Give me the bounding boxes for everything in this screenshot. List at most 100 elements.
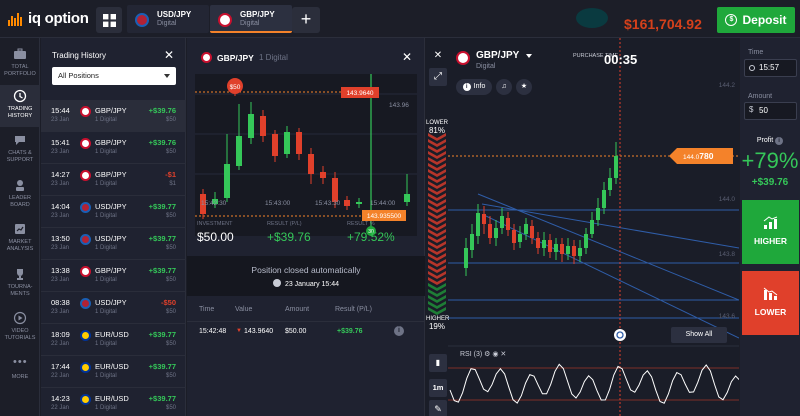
timer-handle-icon[interactable] (614, 329, 626, 341)
profit-percent: +79% (741, 148, 799, 173)
higher-button[interactable]: HIGHER (742, 200, 799, 264)
asset-tab-gbpjpy[interactable]: GBP/JPY Digital (210, 5, 292, 33)
col-value: Value (235, 306, 253, 313)
row-investment: $50 (165, 245, 176, 251)
currency-flag-icon (80, 202, 91, 213)
nav-market-analysis[interactable]: MARKET ANALYSIS (0, 219, 40, 259)
positions-filter-select[interactable]: All Positions (52, 67, 176, 85)
history-row[interactable]: 15:41 23 Jan GBP/JPY 1 Digital +$39.76 $50 (41, 132, 186, 164)
row-result: +$39.77 (148, 330, 176, 339)
candle-body (308, 154, 314, 174)
profit-amount: +$39.76 (751, 177, 789, 188)
top-bar: iq option USD/JPY Digital GBP/JPY Digita… (0, 0, 800, 38)
add-asset-button[interactable]: + (292, 7, 320, 33)
nav-label: TRADING HISTORY (7, 106, 33, 119)
currency-flag-icon (80, 138, 91, 149)
stat-label: RESULT % (347, 221, 375, 227)
candle-body (542, 240, 546, 248)
amount-input[interactable]: $ 50 (744, 102, 797, 120)
pencil-icon[interactable]: ✎ (429, 400, 447, 416)
alerts-button[interactable]: ♫ (496, 79, 512, 95)
info-icon[interactable]: i (394, 326, 404, 336)
higher-pct: 19% (428, 322, 445, 331)
main-chart-area[interactable]: ✕ ⤢ GBP/JPY Digital i Info ♫ ★ PURCHASE T… (426, 38, 739, 416)
col-amount: Amount (285, 306, 310, 313)
candle-body (260, 116, 266, 136)
expand-icon[interactable]: ⤢ (429, 68, 447, 86)
nav-more[interactable]: ••• MORE (0, 354, 40, 384)
candle-body (320, 172, 326, 178)
close-icon[interactable]: ✕ (402, 50, 412, 64)
row-pair: EUR/USD (95, 330, 129, 339)
channel-line (485, 215, 739, 339)
chevron-down-icon (526, 54, 532, 58)
history-row[interactable]: 13:50 23 Jan USD/JPY 1 Digital +$39.77 $50 (41, 228, 186, 260)
row-date: 22 Jan (51, 341, 70, 347)
briefcase-icon (14, 48, 26, 59)
history-row[interactable]: 14:27 23 Jan GBP/JPY 1 Digital -$1 $1 (41, 164, 186, 196)
row-pair: GBP/JPY (95, 106, 127, 115)
row-kind: 1 Digital (95, 277, 117, 283)
nav-label: MORE (11, 374, 29, 380)
history-row[interactable]: 13:38 23 Jan GBP/JPY 1 Digital +$39.77 $50 (41, 260, 186, 292)
higher-label: HIGHER (753, 236, 788, 246)
row-kind: 1 Digital (95, 213, 117, 219)
history-row[interactable]: 15:44 23 Jan GBP/JPY 1 Digital +$39.76 $50 (41, 100, 186, 132)
history-row[interactable]: 14:04 23 Jan USD/JPY 1 Digital +$39.77 $50 (41, 196, 186, 228)
row-investment: $50 (165, 309, 176, 315)
row-result: +$39.77 (148, 266, 176, 275)
nav-leader-board[interactable]: LEADER BOARD (0, 175, 40, 215)
amount-value: 50 (759, 106, 768, 115)
row-kind: 1 Digital (95, 309, 117, 315)
row-pair: EUR/USD (95, 362, 129, 371)
favorite-button[interactable]: ★ (516, 79, 532, 95)
lower-pct: 81% (428, 126, 445, 135)
arrow-down-icon: ▼ (236, 328, 242, 334)
stat-label: RESULT (P/L) (267, 221, 302, 227)
nav-chats-support[interactable]: CHATS & SUPPORT (0, 130, 40, 170)
closed-message: Position closed automatically (251, 265, 361, 275)
candle-body (404, 194, 410, 202)
lower-label: LOWER (754, 307, 787, 317)
row-time: 13:50 (51, 234, 70, 243)
candle-body (284, 132, 290, 154)
logo[interactable]: iq option (8, 10, 89, 27)
time-tick: 15:43:00 (265, 200, 291, 207)
history-row[interactable]: 17:44 22 Jan EUR/USD 1 Digital +$39.77 $50 (41, 356, 186, 388)
close-icon[interactable]: ✕ (429, 47, 447, 65)
close-price-label: 143.935500 (367, 213, 402, 220)
history-row[interactable]: 18:09 22 Jan EUR/USD 1 Digital +$39.77 $50 (41, 324, 186, 356)
trade-panel: Time 15:57 Amount $ 50 Profit i +79% +$3… (740, 38, 800, 416)
nav-label: TOTAL PORTFOLIO (4, 64, 36, 77)
nav-video-tutorials[interactable]: VIDEO TUTORIALS (0, 308, 40, 348)
deal-kind: 1 Digital (259, 53, 288, 62)
timeframe-button[interactable]: 1m (429, 379, 447, 397)
history-row[interactable]: 08:38 23 Jan USD/JPY 1 Digital -$50 $50 (41, 292, 186, 324)
asset-grid-button[interactable] (96, 7, 122, 33)
usdjpy-flag-icon (135, 13, 149, 27)
history-row[interactable]: 14:23 22 Jan EUR/USD 1 Digital +$39.77 $50 (41, 388, 186, 416)
row-pair: GBP/JPY (95, 266, 127, 275)
nav-total-portfolio[interactable]: TOTAL PORTFOLIO (0, 44, 40, 84)
nav-trading-history[interactable]: TRADING HISTORY (0, 85, 40, 127)
eye-icon[interactable]: ◉ (492, 351, 498, 358)
info-button[interactable]: i Info (456, 79, 492, 95)
currency-flag-icon (80, 234, 91, 245)
asset-tab-usdjpy[interactable]: USD/JPY Digital (127, 5, 209, 33)
show-all-button[interactable]: Show All (671, 327, 727, 343)
time-input[interactable]: 15:57 (744, 59, 797, 77)
close-icon[interactable]: ✕ (500, 351, 506, 358)
balance-display[interactable]: $161,704.92 (576, 4, 706, 34)
row-investment: $1 (169, 181, 176, 187)
close-icon[interactable]: ✕ (164, 48, 174, 62)
lower-button[interactable]: LOWER (742, 271, 799, 335)
trophy-icon (17, 269, 23, 280)
settings-icon[interactable]: ⚙ (484, 351, 490, 358)
deposit-button[interactable]: $ Deposit (717, 7, 795, 33)
indicator-icon[interactable]: ▮ (429, 354, 447, 372)
rsi-label: RSI (3) ⚙ ◉ ✕ (460, 350, 506, 358)
price-prefix: 144.0 (683, 154, 700, 161)
nav-tournaments[interactable]: TOURNA-MENTS (0, 264, 40, 304)
info-icon[interactable]: i (775, 137, 784, 145)
candle-body (476, 213, 480, 236)
